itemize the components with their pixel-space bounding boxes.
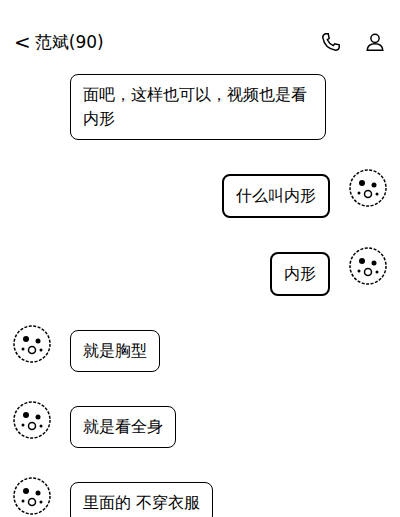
message-row: 就是胸型 — [12, 324, 388, 372]
back-button[interactable]: < 范斌(90) — [14, 30, 104, 54]
message-row: 内形 — [12, 246, 388, 296]
message-bubble[interactable]: 什么叫内形 — [222, 174, 330, 218]
message-row: 就是看全身 — [12, 400, 388, 448]
avatar-icon[interactable] — [12, 476, 52, 516]
avatar-icon[interactable] — [12, 400, 52, 440]
message-bubble[interactable]: 里面的 不穿衣服 — [70, 482, 213, 517]
message-bubble[interactable]: 内形 — [270, 252, 330, 296]
message-bubble[interactable]: 就是胸型 — [70, 330, 160, 372]
message-row: 什么叫内形 — [12, 168, 388, 218]
person-icon[interactable] — [364, 31, 386, 53]
avatar-icon[interactable] — [348, 168, 388, 208]
avatar-icon[interactable] — [12, 324, 52, 364]
chat-title: 范斌(90) — [35, 31, 104, 54]
nav-bar: < 范斌(90) — [0, 20, 400, 64]
message-list: 面吧，这样也可以，视频也是看内形 什么叫内形 内形 就是胸型 就是看全身 里面的… — [0, 64, 400, 517]
message-bubble[interactable]: 面吧，这样也可以，视频也是看内形 — [70, 74, 326, 140]
message-row: 面吧，这样也可以，视频也是看内形 — [12, 68, 388, 140]
message-bubble[interactable]: 就是看全身 — [70, 406, 176, 448]
back-arrow: < — [14, 30, 31, 54]
chat-screen: < 范斌(90) 面吧，这样也可以，视频也是看内形 什么叫内形 内形 就是胸型 … — [0, 0, 400, 517]
avatar-icon[interactable] — [348, 246, 388, 286]
phone-icon[interactable] — [320, 31, 342, 53]
message-row: 里面的 不穿衣服 — [12, 476, 388, 517]
